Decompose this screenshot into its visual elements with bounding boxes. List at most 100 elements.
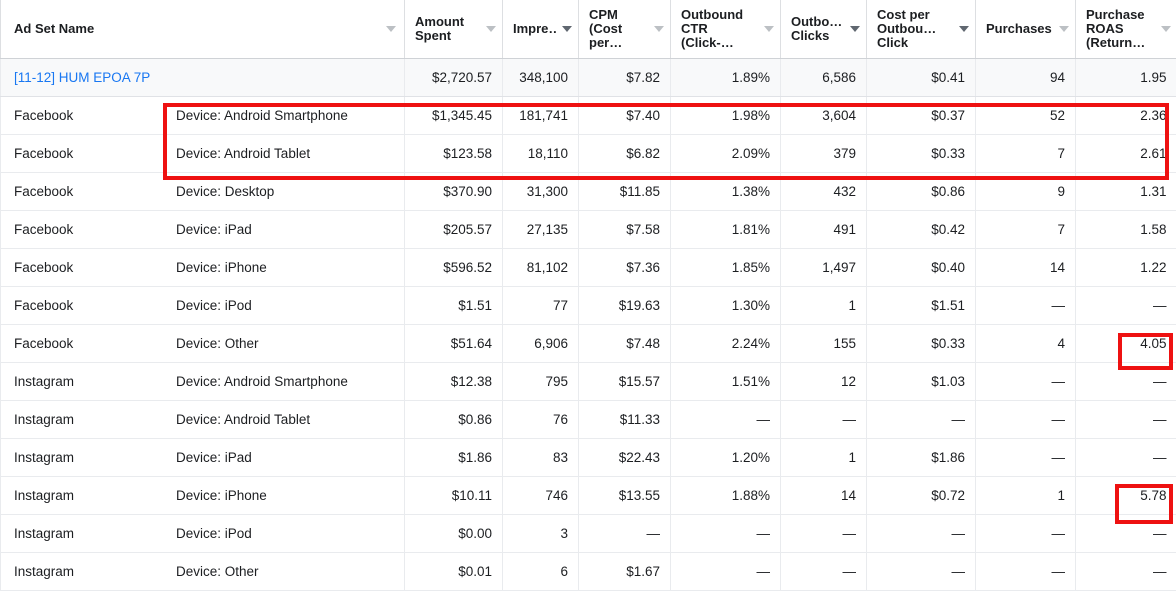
purchase-roas-cell: 5.78 <box>1075 476 1176 515</box>
chevron-down-icon[interactable] <box>562 26 572 32</box>
amount-spent-cell: $1,345.45 <box>404 96 503 135</box>
impressions-cell: 31,300 <box>502 172 579 211</box>
ad-set-name-link[interactable]: [11-12] HUM EPOA 7P <box>1 70 150 85</box>
ad-set-name-cell: Instagram Device: Android Tablet <box>0 400 405 439</box>
impressions-cell: 76 <box>502 400 579 439</box>
column-header-purchases[interactable]: Purchases <box>975 0 1076 59</box>
column-header-label: CPM (Cost per… <box>589 8 623 50</box>
platform-label: Facebook <box>14 260 74 275</box>
chevron-down-icon[interactable] <box>959 26 969 32</box>
purchase-roas-cell: 1.22 <box>1075 248 1176 287</box>
header-row: Ad Set Name AmountSpent Impre… <box>0 0 1176 59</box>
table-header: Ad Set Name AmountSpent Impre… <box>0 0 1176 59</box>
outbound-ctr-cell: 1.51% <box>670 362 781 401</box>
column-header-cost-per-outbound-click[interactable]: Cost per Outbou… Click <box>866 0 976 59</box>
table-row: Facebook Device: iPod $1.51 77 $19.63 1.30% 1 $… <box>0 286 1176 325</box>
column-header-purchase-roas[interactable]: Purchase ROAS (Return… <box>1075 0 1176 59</box>
impressions-cell: 83 <box>502 438 579 477</box>
impressions-cell: 18,110 <box>502 134 579 173</box>
amount-spent-cell: $10.11 <box>404 476 503 515</box>
ad-set-name-cell: Facebook Device: Android Smartphone <box>0 96 405 135</box>
cost-per-outbound-click-cell: $0.72 <box>866 476 976 515</box>
outbound-ctr-cell: — <box>670 514 781 553</box>
chevron-down-icon[interactable] <box>1160 26 1171 32</box>
impressions-cell: 746 <box>502 476 579 515</box>
cost-per-outbound-click-cell: $1.03 <box>866 362 976 401</box>
device-label: Device: iPod <box>176 526 252 541</box>
purchases-cell: 52 <box>975 96 1076 135</box>
outbound-clicks-cell: 12 <box>780 362 867 401</box>
ad-set-name-cell: Instagram Device: Other <box>0 552 405 591</box>
column-header-outbound-clicks[interactable]: Outbo… Clicks <box>780 0 867 59</box>
impressions-cell: 181,741 <box>502 96 579 135</box>
ad-set-name-cell: Facebook Device: Android Tablet <box>0 134 405 173</box>
ad-set-name-cell: Instagram Device: iPhone <box>0 476 405 515</box>
outbound-ctr-cell: 1.85% <box>670 248 781 287</box>
device-label: Device: iPhone <box>176 260 267 275</box>
table-row: Facebook Device: Android Tablet $123.58 18,… <box>0 134 1176 173</box>
cost-per-outbound-click-cell: $0.33 <box>866 134 976 173</box>
device-label: Device: Other <box>176 564 259 579</box>
table-row: Instagram Device: Android Tablet $0.86 76 $1… <box>0 400 1176 439</box>
ads-breakdown-table: Ad Set Name AmountSpent Impre… <box>0 0 1176 591</box>
outbound-ctr-cell: 1.20% <box>670 438 781 477</box>
ad-set-name-cell: Facebook Device: Other <box>0 324 405 363</box>
purchases-cell: 7 <box>975 210 1076 249</box>
outbound-ctr-cell: 1.30% <box>670 286 781 325</box>
cost-per-outbound-click-cell: $0.86 <box>866 172 976 211</box>
cost-per-outbound-click-cell: $1.51 <box>866 286 976 325</box>
column-header-label: Ad Set Name <box>14 22 95 36</box>
amount-spent-cell: $123.58 <box>404 134 503 173</box>
cpm-cell: $7.48 <box>578 324 671 363</box>
outbound-clicks-cell: 1,497 <box>780 248 867 287</box>
amount-spent-cell: $0.01 <box>404 552 503 591</box>
purchases-cell: 94 <box>975 58 1076 97</box>
cost-per-outbound-click-cell: — <box>866 400 976 439</box>
platform-label: Facebook <box>14 146 74 161</box>
column-header-cpm[interactable]: CPM (Cost per… <box>578 0 671 59</box>
device-label: Device: Android Tablet <box>176 412 311 427</box>
outbound-clicks-cell: 432 <box>780 172 867 211</box>
device-label: Device: iPad <box>176 450 252 465</box>
chevron-down-icon[interactable] <box>850 26 860 32</box>
purchases-cell: — <box>975 552 1076 591</box>
platform-label: Facebook <box>14 222 74 237</box>
cpm-cell: $1.67 <box>578 552 671 591</box>
cost-per-outbound-click-cell: $0.33 <box>866 324 976 363</box>
chevron-down-icon[interactable] <box>386 26 396 32</box>
impressions-cell: 795 <box>502 362 579 401</box>
ad-set-name-cell: Facebook Device: iPad <box>0 210 405 249</box>
amount-spent-cell: $596.52 <box>404 248 503 287</box>
outbound-ctr-cell: 1.88% <box>670 476 781 515</box>
impressions-cell: 3 <box>502 514 579 553</box>
column-header-label: Outbo… Clicks <box>791 15 843 43</box>
cost-per-outbound-click-cell: $0.37 <box>866 96 976 135</box>
cost-per-outbound-click-cell: — <box>866 514 976 553</box>
outbound-ctr-cell: 1.38% <box>670 172 781 211</box>
chevron-down-icon[interactable] <box>486 26 496 32</box>
purchases-cell: — <box>975 362 1076 401</box>
ad-set-name-cell: [11-12] HUM EPOA 7P <box>0 58 405 97</box>
cpm-cell: — <box>578 514 671 553</box>
outbound-ctr-cell: — <box>670 552 781 591</box>
column-header-ad-set-name[interactable]: Ad Set Name <box>0 0 405 59</box>
platform-label: Instagram <box>14 412 75 427</box>
platform-label: Facebook <box>14 298 74 313</box>
purchase-roas-cell: 2.61 <box>1075 134 1176 173</box>
column-header-amount-spent[interactable]: Amount Spent <box>404 0 503 59</box>
report-table-container: Ad Set Name AmountSpent Impre… <box>0 0 1176 598</box>
cpm-cell: $13.55 <box>578 476 671 515</box>
impressions-cell: 77 <box>502 286 579 325</box>
chevron-down-icon[interactable] <box>654 26 664 32</box>
chevron-down-icon[interactable] <box>1059 26 1069 32</box>
column-header-impressions[interactable]: Impre… <box>502 0 579 59</box>
column-header-label: Amount Spent <box>415 15 465 43</box>
impressions-cell: 6 <box>502 552 579 591</box>
chevron-down-icon[interactable] <box>764 26 774 32</box>
amount-spent-cell: $51.64 <box>404 324 503 363</box>
outbound-ctr-cell: — <box>670 400 781 439</box>
purchase-roas-cell: 1.95 <box>1075 58 1176 97</box>
cost-per-outbound-click-cell: — <box>866 552 976 591</box>
column-header-outbound-ctr[interactable]: Outbound CTR (Click-… <box>670 0 781 59</box>
table-row: Instagram Device: iPad $1.86 83 $22.43 1.20% 1… <box>0 438 1176 477</box>
